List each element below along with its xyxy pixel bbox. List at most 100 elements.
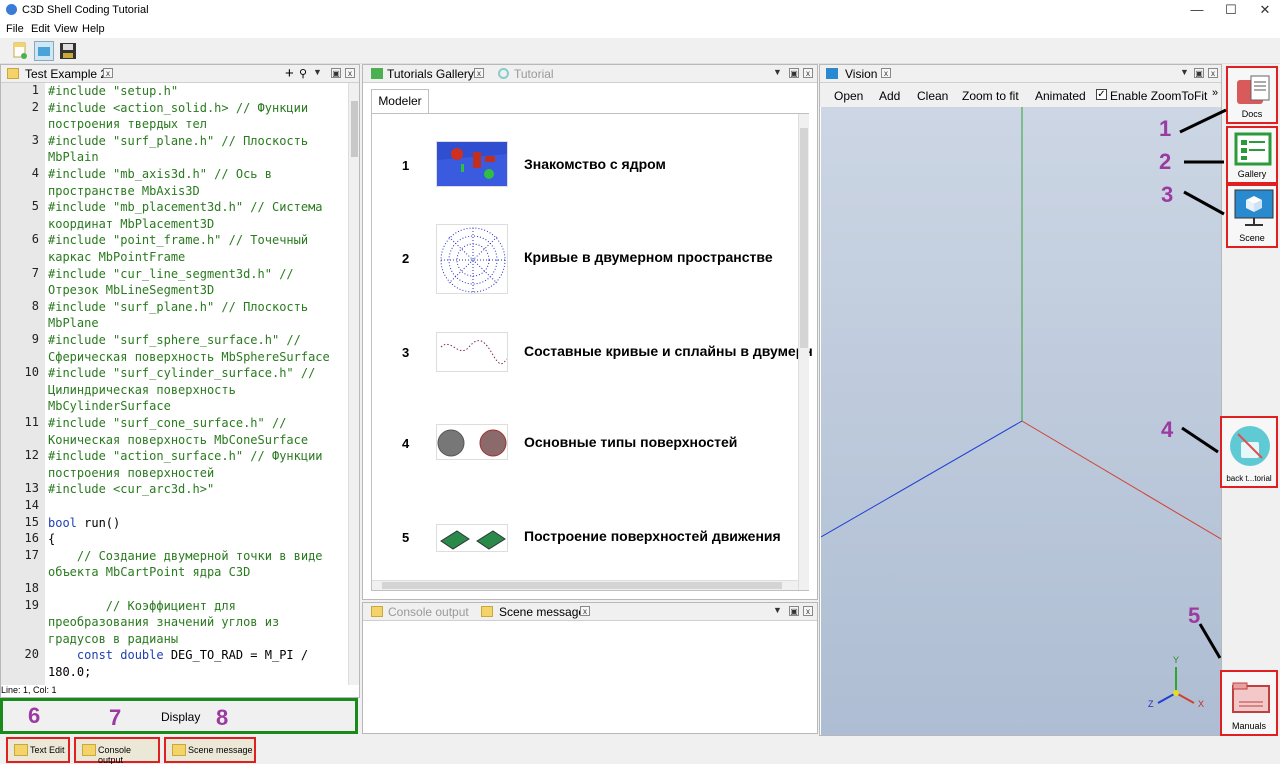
add-button[interactable]: Add (879, 89, 900, 103)
code-line: #include "cur_line_segment3d.h" // (48, 266, 294, 281)
line-number: 20 (24, 647, 39, 662)
text-edit-icon (14, 744, 28, 756)
line-number: 18 (24, 581, 39, 595)
code-line: объекта MbCartPoint ядра C3D (48, 565, 251, 580)
code-line: построения твердых тел (48, 117, 207, 132)
gallery-tab-label[interactable]: Tutorials Gallery (387, 67, 474, 81)
gallery-dropdown-icon[interactable]: ▼ (773, 67, 782, 77)
editor-tab-bar: Test Example 2 x + ⚲ ▼ ▣ x (1, 65, 359, 83)
scene-message-bottom-tab[interactable]: Scene message (164, 737, 256, 763)
gallery-hscrollbar[interactable] (372, 580, 798, 590)
console-float-icon[interactable]: ▣ (789, 606, 799, 616)
close-tab-icon[interactable]: x (103, 68, 113, 78)
line-number: 3 (31, 132, 39, 147)
gallery-thumb-4 (436, 424, 508, 460)
editor-tab-label[interactable]: Test Example 2 (25, 67, 107, 81)
console-tab-icon (371, 606, 383, 617)
window-title: C3D Shell Coding Tutorial (22, 4, 149, 16)
code-line: градусов в радианы (48, 631, 179, 646)
file-icon (7, 68, 19, 79)
code-line: #include <cur_arc3d.h>" (48, 482, 215, 497)
tutorial-tab-label[interactable]: Tutorial (514, 67, 554, 81)
line-number: 15 (24, 514, 39, 529)
gallery-vscroll-thumb[interactable] (800, 128, 808, 348)
dropdown-icon[interactable]: ▼ (313, 67, 322, 77)
code-line: преобразования значений углов из (48, 615, 280, 630)
maximize-button[interactable]: ☐ (1214, 0, 1248, 22)
code-line: #include "action_surface.h" // Функции (48, 449, 323, 464)
vision-close-icon[interactable]: x (1208, 68, 1218, 78)
close-scene-msg-icon[interactable]: x (580, 606, 590, 616)
open-button[interactable]: Open (834, 89, 863, 103)
console-output-tab[interactable]: Console output (388, 605, 469, 619)
manuals-label: Manuals (1231, 721, 1267, 731)
gallery-float-icon[interactable]: ▣ (789, 68, 799, 78)
console-output-bottom-tab[interactable]: Console output (74, 737, 160, 764)
cursor-status: Line: 1, Col: 1 (1, 685, 57, 695)
display-label: Display (161, 710, 201, 724)
annotation-8: 8 (216, 705, 229, 730)
scene-message-tab[interactable]: Scene message (499, 605, 585, 619)
code-editor[interactable]: 1 #include "setup.h" 2 #include <action_sol… (1, 83, 359, 685)
gallery-vscrollbar[interactable] (798, 114, 809, 590)
vision-tab-label[interactable]: Vision (845, 67, 877, 81)
editor-scrollbar[interactable] (348, 83, 359, 685)
code-line: #include "mb_placement3d.h" // Система (48, 200, 323, 215)
code-line: каркас MbPointFrame (48, 250, 186, 264)
code-line: Цилиндрическая поверхность (48, 382, 236, 397)
vision-tab-bar: Vision x ▼ ▣ x (820, 65, 1221, 83)
code-line: пространстве MbAxis3D (48, 183, 200, 198)
menu-view[interactable]: View (54, 23, 78, 35)
gallery-list: 1 Знакомство с ядром 2 Кривые в двумерно… (371, 113, 813, 591)
close-panel-icon[interactable]: x (345, 68, 355, 78)
minimize-button[interactable]: — (1180, 0, 1214, 22)
editor-scroll-thumb[interactable] (351, 101, 358, 157)
code-line: // Создание двумерной точки в виде (48, 548, 323, 563)
zoomtofit-checkbox[interactable]: ✓ (1096, 89, 1107, 100)
tutorial-tab-icon (498, 68, 509, 79)
app-icon (6, 4, 17, 15)
close-gallery-tab-icon[interactable]: x (474, 68, 484, 78)
gallery-thumb-3 (436, 332, 508, 372)
menu-file[interactable]: File (6, 23, 24, 35)
title-bar: C3D Shell Coding Tutorial — ☐ ✕ (0, 0, 1280, 22)
line-number: 6 (31, 232, 39, 247)
code-line: #include "mb_axis3d.h" // Ось в (48, 167, 272, 181)
console-panel: Console output Scene message x ▼ ▣ x (362, 602, 818, 734)
float-icon[interactable]: ▣ (331, 68, 341, 78)
save-icon[interactable] (58, 41, 78, 61)
close-vision-tab-icon[interactable]: x (881, 68, 891, 78)
display-bar: Display (0, 698, 358, 734)
scene-msg-tab-icon (481, 606, 493, 617)
vision-dropdown-icon[interactable]: ▼ (1180, 67, 1189, 77)
gallery-hscroll-thumb[interactable] (382, 582, 782, 589)
open-icon[interactable] (34, 41, 54, 61)
line-number: 14 (24, 498, 39, 512)
add-icon[interactable]: + (285, 65, 294, 82)
console-close-icon[interactable]: x (803, 606, 813, 616)
code-line: #include "setup.h" (48, 84, 179, 98)
zoom-icon[interactable]: ⚲ (299, 67, 307, 80)
text-edit-tab[interactable]: Text Edit (6, 737, 70, 763)
gallery-close-icon[interactable]: x (803, 68, 813, 78)
zoom-to-fit-button[interactable]: Zoom to fit (962, 89, 1019, 103)
animated-button[interactable]: Animated (1035, 89, 1086, 103)
code-line: 180.0; (48, 665, 92, 679)
line-number: 12 (24, 448, 39, 463)
line-number: 11 (24, 415, 39, 429)
annotation-6: 6 (28, 703, 41, 728)
menu-edit[interactable]: Edit (31, 23, 50, 35)
scene-message-icon (172, 744, 186, 756)
gallery-tab-icon (371, 68, 383, 79)
close-button[interactable]: ✕ (1248, 0, 1280, 22)
modeler-tab[interactable]: Modeler (371, 89, 429, 113)
clean-button[interactable]: Clean (917, 89, 948, 103)
toolbar-more-button[interactable]: » (1212, 87, 1218, 99)
vision-float-icon[interactable]: ▣ (1194, 68, 1204, 78)
code-line: #include "surf_cone_surface.h" // (48, 416, 287, 430)
new-file-icon[interactable] (10, 41, 30, 61)
code-line: const double DEG_TO_RAD = M_PI / (48, 648, 309, 663)
menu-help[interactable]: Help (82, 23, 105, 35)
gallery-tab-bar: Tutorials Gallery x Tutorial ▼ ▣ x (363, 65, 817, 83)
console-dropdown-icon[interactable]: ▼ (773, 605, 782, 615)
